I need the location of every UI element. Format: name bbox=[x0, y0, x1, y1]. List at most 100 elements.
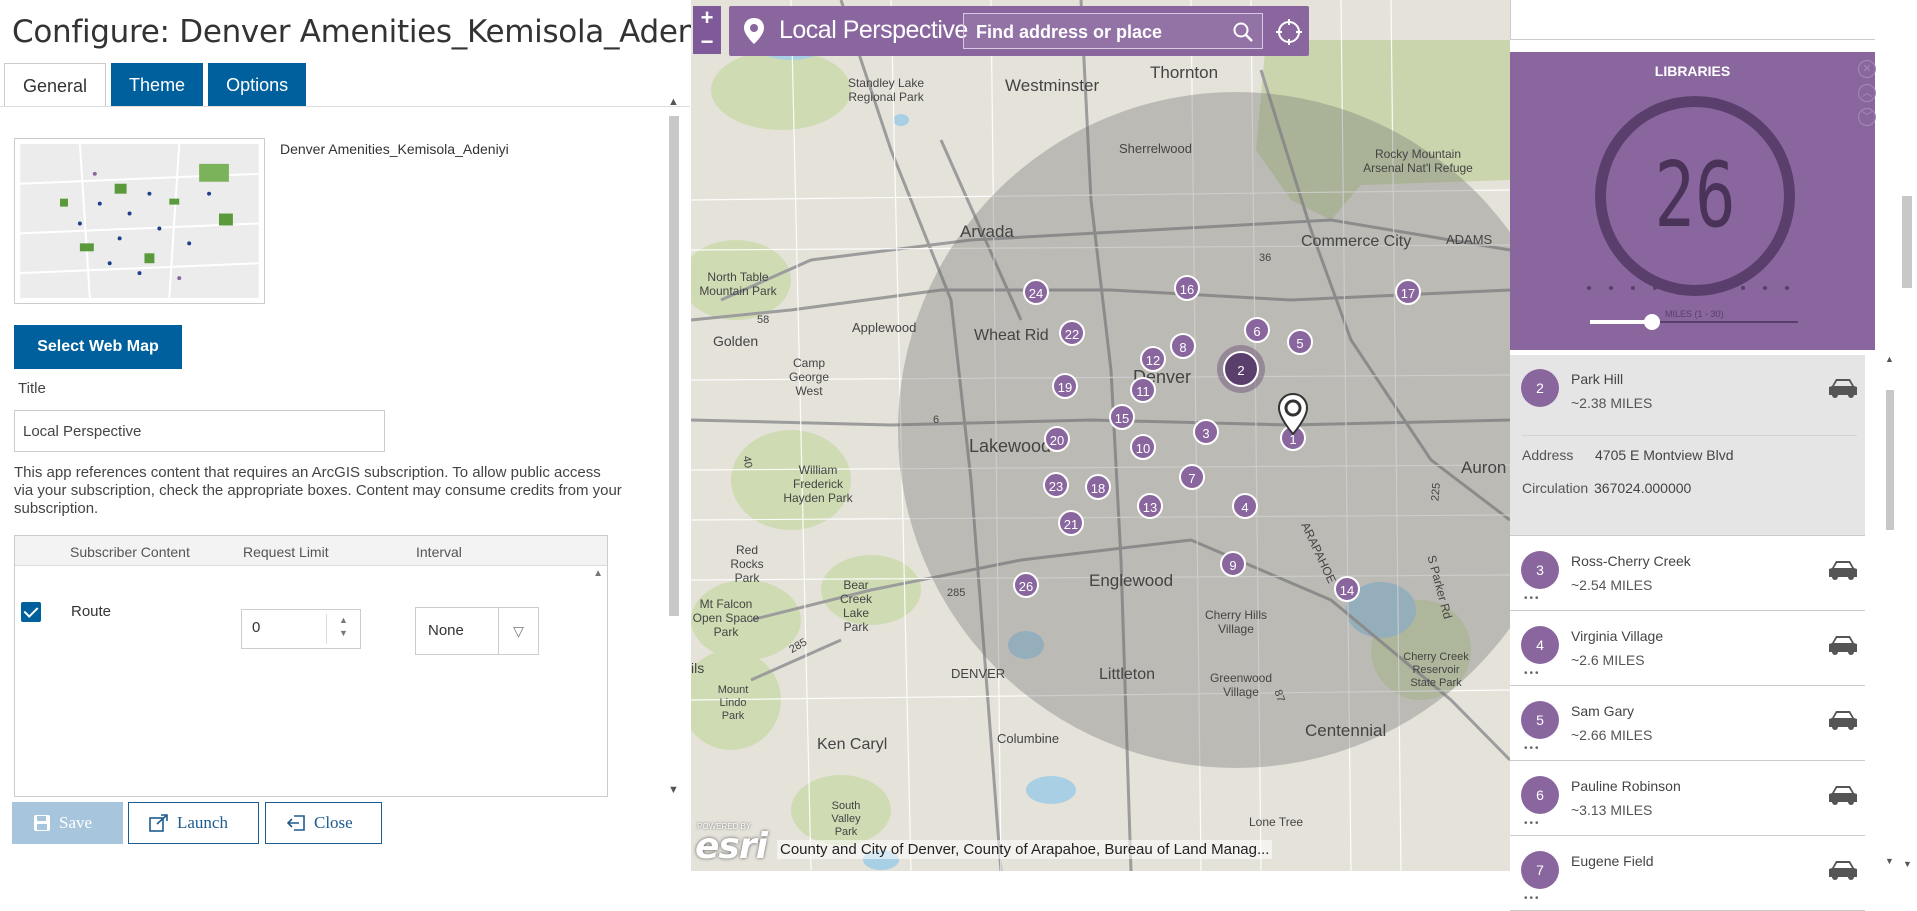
label-applewood: Applewood bbox=[852, 320, 917, 335]
interval-select[interactable]: None ▽ bbox=[415, 607, 539, 655]
scroll-up-icon[interactable]: ▲ bbox=[1885, 354, 1894, 364]
map-marker-6[interactable]: 6 bbox=[1244, 317, 1270, 343]
scroll-up-icon[interactable]: ▲ bbox=[668, 96, 679, 108]
map-marker-24[interactable]: 24 bbox=[1023, 279, 1049, 305]
label-sherrelwood: Sherrelwood bbox=[1119, 141, 1192, 156]
result-card[interactable]: 5 ••• Sam Gary ~2.66 MILES bbox=[1510, 687, 1865, 761]
more-options-icon[interactable]: ••• bbox=[1524, 743, 1541, 754]
result-card[interactable]: 4 ••• Virginia Village ~2.6 MILES bbox=[1510, 612, 1865, 686]
result-card[interactable]: 6 ••• Pauline Robinson ~3.13 MILES bbox=[1510, 762, 1865, 836]
map-marker-12[interactable]: 12 bbox=[1140, 346, 1166, 372]
more-options-icon[interactable]: ••• bbox=[1524, 818, 1541, 829]
search-icon[interactable] bbox=[1232, 21, 1254, 43]
label-hwy-6: 6 bbox=[933, 414, 940, 426]
select-web-map-button[interactable]: Select Web Map bbox=[14, 325, 182, 369]
more-options-icon[interactable]: ••• bbox=[1524, 893, 1541, 904]
save-button[interactable]: Save bbox=[12, 802, 123, 844]
map-marker-21[interactable]: 21 bbox=[1058, 510, 1084, 536]
title-input[interactable] bbox=[14, 410, 385, 452]
locate-icon[interactable] bbox=[1275, 18, 1303, 46]
panel-close-icon[interactable]: ✕ bbox=[1858, 60, 1876, 78]
stepper-arrows[interactable]: ▲ ▼ bbox=[326, 614, 360, 644]
config-scrollbar[interactable]: ▲ ▼ bbox=[666, 96, 682, 796]
tab-theme[interactable]: Theme bbox=[111, 63, 204, 107]
car-directions-icon[interactable] bbox=[1827, 784, 1859, 806]
result-name: Pauline Robinson bbox=[1571, 778, 1681, 794]
more-options-icon[interactable]: ••• bbox=[1524, 668, 1541, 679]
car-directions-icon[interactable] bbox=[1827, 377, 1859, 399]
label-s-parker: S Parker Rd bbox=[1424, 553, 1455, 621]
scrollbar-thumb[interactable] bbox=[1886, 390, 1894, 530]
label-north-table: North Table Mountain Park bbox=[699, 270, 777, 298]
car-directions-icon[interactable] bbox=[1827, 559, 1859, 581]
request-limit-stepper[interactable]: 0 ▲ ▼ bbox=[241, 609, 361, 649]
map-view[interactable]: Westminster Thornton Standley Lake Regio… bbox=[691, 0, 1510, 871]
car-directions-icon[interactable] bbox=[1827, 634, 1859, 656]
map-marker-2[interactable]: 2 bbox=[1223, 351, 1259, 387]
map-marker-14[interactable]: 14 bbox=[1334, 576, 1360, 602]
map-marker-11[interactable]: 11 bbox=[1130, 377, 1156, 403]
map-marker-13[interactable]: 13 bbox=[1137, 493, 1163, 519]
map-marker-18[interactable]: 18 bbox=[1085, 474, 1111, 500]
result-card[interactable]: 3 ••• Ross-Cherry Creek ~2.54 MILES bbox=[1510, 537, 1865, 611]
label-bear-creek: Bear Creek Lake Park bbox=[839, 578, 872, 634]
launch-button[interactable]: Launch bbox=[128, 802, 259, 844]
result-card[interactable]: 7 ••• Eugene Field bbox=[1510, 837, 1865, 911]
map-marker-17[interactable]: 17 bbox=[1395, 279, 1421, 305]
interval-value: None bbox=[428, 622, 464, 639]
label-hwy-87: 87 bbox=[1271, 688, 1287, 704]
close-button[interactable]: Close bbox=[265, 802, 382, 844]
list-scrollbar[interactable]: ▲ ▼ bbox=[1883, 354, 1897, 866]
chevron-down-icon[interactable]: ﹀ bbox=[1858, 108, 1876, 126]
tab-options[interactable]: Options bbox=[208, 63, 307, 107]
search-input[interactable]: Find address or place bbox=[963, 13, 1263, 49]
car-directions-icon[interactable] bbox=[1827, 709, 1859, 731]
map-marker-16[interactable]: 16 bbox=[1174, 275, 1200, 301]
car-directions-icon[interactable] bbox=[1827, 859, 1859, 881]
map-marker-22[interactable]: 22 bbox=[1059, 320, 1085, 346]
map-marker-4[interactable]: 4 bbox=[1232, 493, 1258, 519]
slider-tick bbox=[1609, 286, 1613, 290]
scroll-down-icon[interactable]: ▼ bbox=[668, 784, 679, 796]
map-marker-9[interactable]: 9 bbox=[1220, 551, 1246, 577]
table-header: Subscriber Content Request Limit Interva… bbox=[15, 536, 607, 566]
scrollbar-thumb[interactable] bbox=[669, 116, 679, 616]
chevron-down-icon[interactable]: ▽ bbox=[498, 608, 538, 654]
label-south-valley: South Valley Park bbox=[831, 800, 861, 838]
label-falcon: Mt Falcon Open Space Park bbox=[692, 597, 760, 639]
label-littleton: Littleton bbox=[1099, 666, 1156, 683]
distance-slider-handle[interactable] bbox=[1644, 314, 1661, 330]
tab-general[interactable]: General bbox=[4, 63, 107, 107]
scrollbar-thumb[interactable] bbox=[1902, 196, 1912, 288]
map-place-labels: Westminster Thornton Standley Lake Regio… bbox=[691, 0, 1510, 871]
result-card-selected[interactable]: 2 Park Hill ~2.38 MILES Address 4705 E M… bbox=[1510, 355, 1865, 536]
circulation-value: 367024.000000 bbox=[1594, 480, 1692, 496]
map-marker-15[interactable]: 15 bbox=[1109, 404, 1135, 430]
map-marker-10[interactable]: 10 bbox=[1130, 434, 1156, 460]
map-marker-23[interactable]: 23 bbox=[1043, 472, 1069, 498]
table-scroll-up-icon[interactable]: ▲ bbox=[593, 568, 603, 579]
map-marker-20[interactable]: 20 bbox=[1044, 426, 1070, 452]
chevron-up-icon[interactable]: ︿ bbox=[1858, 84, 1876, 102]
map-marker-7[interactable]: 7 bbox=[1179, 464, 1205, 490]
map-marker-3[interactable]: 3 bbox=[1193, 419, 1219, 445]
summary-header: LIBRARIES 26 MILES (1 - 30) ✕ ︿ ﹀ bbox=[1510, 52, 1876, 350]
label-hwy-36: 36 bbox=[1259, 252, 1272, 264]
more-options-icon[interactable]: ••• bbox=[1524, 593, 1541, 604]
map-marker-8[interactable]: 8 bbox=[1170, 333, 1196, 359]
search-placeholder: Find address or place bbox=[976, 22, 1163, 42]
header-subscriber-content: Subscriber Content bbox=[70, 544, 190, 560]
map-marker-19[interactable]: 19 bbox=[1052, 373, 1078, 399]
map-marker-5[interactable]: 5 bbox=[1287, 329, 1313, 355]
result-number-badge: 5 bbox=[1521, 701, 1559, 739]
scroll-down-icon[interactable]: ▼ bbox=[1885, 856, 1894, 866]
label-westminster: Westminster bbox=[1005, 76, 1100, 95]
scroll-down-icon[interactable]: ▼ bbox=[1903, 859, 1912, 869]
page-scrollbar[interactable]: ▼ bbox=[1897, 0, 1917, 871]
zoom-in-button[interactable]: + bbox=[693, 6, 721, 30]
map-marker-26[interactable]: 26 bbox=[1013, 572, 1039, 598]
result-distance: ~2.66 MILES bbox=[1571, 727, 1653, 743]
location-pin-icon[interactable] bbox=[1277, 393, 1309, 435]
zoom-out-button[interactable]: − bbox=[693, 30, 721, 54]
route-checkbox[interactable] bbox=[21, 602, 41, 622]
